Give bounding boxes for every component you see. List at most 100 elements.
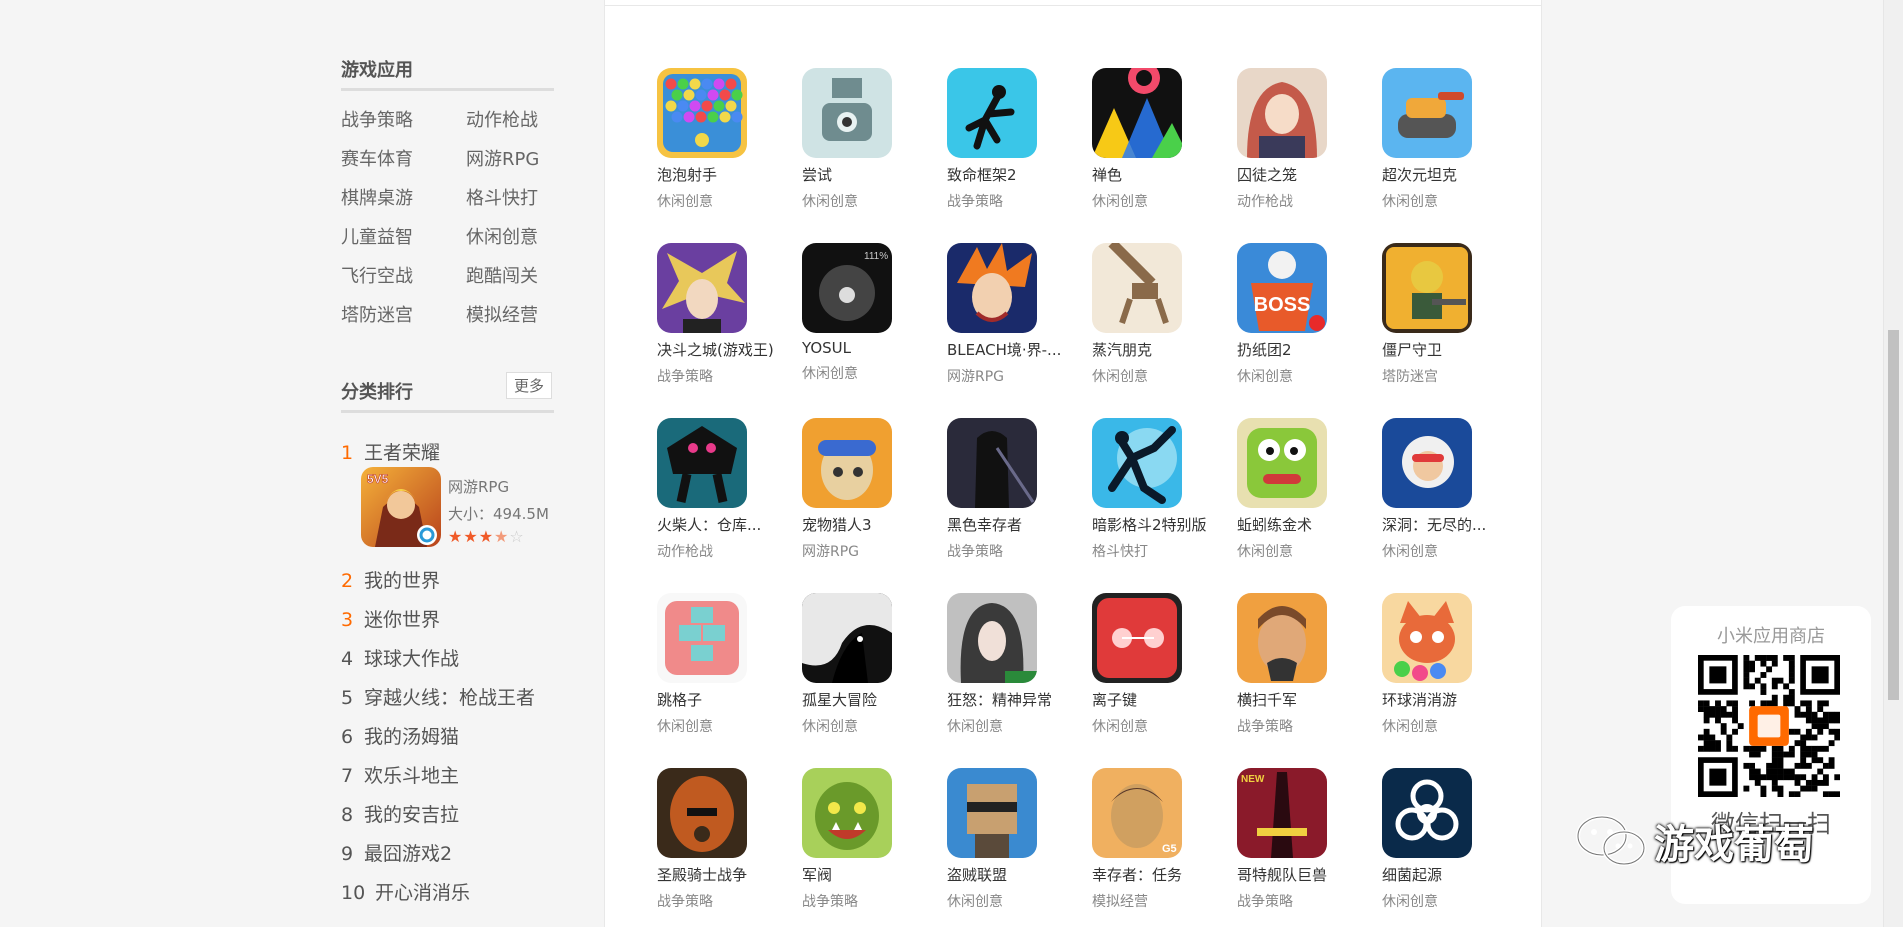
ranking-item[interactable]: 5 穿越火线：枪战王者 (341, 683, 535, 710)
app-tile[interactable]: 盗贼联盟 休闲创意 (947, 768, 1087, 911)
shadow-stickman-icon[interactable] (657, 418, 747, 508)
app-name[interactable]: 宠物猎人3 (802, 514, 942, 535)
armored-knight-icon[interactable] (657, 768, 747, 858)
category-link[interactable]: 战争策略 (341, 106, 413, 132)
app-name[interactable]: 跳格子 (657, 689, 797, 710)
boss-bin-icon[interactable]: BOSS (1237, 243, 1327, 333)
app-name[interactable]: 圣殿骑士战争 (657, 864, 797, 885)
app-name[interactable]: 幸存者：任务 (1092, 864, 1232, 885)
app-tile[interactable]: 囚徒之笼 动作枪战 (1237, 68, 1377, 211)
cartoon-tank-icon[interactable] (1382, 68, 1472, 158)
app-tile[interactable]: BOSS 扔纸团2 休闲创意 (1237, 243, 1377, 386)
app-tile[interactable]: 细菌起源 休闲创意 (1382, 768, 1522, 911)
orange-hair-hero-icon[interactable] (947, 243, 1037, 333)
mech-arm-icon[interactable] (1092, 243, 1182, 333)
app-tile[interactable]: BLEACH境·界-... 网游RPG (947, 243, 1087, 386)
duelist-icon[interactable] (657, 243, 747, 333)
ranking-item[interactable]: 10 开心消消乐 (341, 878, 470, 905)
anime-girl-icon[interactable] (1237, 68, 1327, 158)
voxel-thief-icon[interactable] (947, 768, 1037, 858)
category-link[interactable]: 动作枪战 (466, 106, 538, 132)
app-tile[interactable]: 致命框架2 战争策略 (947, 68, 1087, 211)
app-tile[interactable]: 环球消消游 休闲创意 (1382, 593, 1522, 736)
hopscotch-icon[interactable] (657, 593, 747, 683)
app-name[interactable]: 哥特舰队巨兽 (1237, 864, 1377, 885)
app-tile[interactable]: 宠物猎人3 网游RPG (802, 418, 942, 561)
app-tile[interactable]: 僵尸守卫 塔防迷宫 (1382, 243, 1522, 386)
dark-hair-girl-icon[interactable] (947, 593, 1037, 683)
app-tile[interactable]: 跳格子 休闲创意 (657, 593, 797, 736)
bubble-shooter-icon[interactable] (657, 68, 747, 158)
zombie-soldier-icon[interactable] (1382, 243, 1472, 333)
app-tile[interactable]: G5 幸存者：任务 模拟经营 (1092, 768, 1232, 911)
ranking-item[interactable]: 6 我的汤姆猫 (341, 722, 459, 749)
category-link[interactable]: 休闲创意 (466, 223, 538, 249)
diver-kid-icon[interactable] (1382, 418, 1472, 508)
app-tile[interactable]: 圣殿骑士战争 战争策略 (657, 768, 797, 911)
featured-game-icon[interactable]: 5V5 (361, 467, 441, 547)
app-name[interactable]: 细菌起源 (1382, 864, 1522, 885)
app-tile[interactable]: 决斗之城(游戏王) 战争策略 (657, 243, 797, 386)
app-name[interactable]: 火柴人：仓库... (657, 514, 797, 535)
app-name[interactable]: 泡泡射手 (657, 164, 797, 185)
app-tile[interactable]: 火柴人：仓库... 动作枪战 (657, 418, 797, 561)
app-name[interactable]: 囚徒之笼 (1237, 164, 1377, 185)
app-tile[interactable]: 狂怒：精神异常 休闲创意 (947, 593, 1087, 736)
category-link[interactable]: 塔防迷宫 (341, 301, 413, 327)
app-tile[interactable]: 黑色幸存者 战争策略 (947, 418, 1087, 561)
app-name[interactable]: 决斗之城(游戏王) (657, 339, 797, 360)
shadow-fighter-icon[interactable] (1092, 418, 1182, 508)
warlord-icon[interactable] (1237, 593, 1327, 683)
falling-figure-icon[interactable] (947, 68, 1037, 158)
app-name[interactable]: 扔纸团2 (1237, 339, 1377, 360)
app-name[interactable]: 环球消消游 (1382, 689, 1522, 710)
more-button[interactable]: 更多 (506, 372, 552, 399)
ranking-item[interactable]: 9 最囧游戏2 (341, 839, 452, 866)
ranking-item[interactable]: 4 球球大作战 (341, 644, 459, 671)
app-tile[interactable]: 超次元坦克 休闲创意 (1382, 68, 1522, 211)
app-tile[interactable]: 禅色 休闲创意 (1092, 68, 1232, 211)
app-name[interactable]: 蒸汽朋克 (1092, 339, 1232, 360)
app-name[interactable]: YOSUL (802, 339, 942, 357)
app-name[interactable]: 军阀 (802, 864, 942, 885)
cartoon-cat-icon[interactable] (1382, 593, 1472, 683)
category-link[interactable]: 网游RPG (466, 145, 539, 171)
biohazard-icon[interactable] (1382, 768, 1472, 858)
app-name[interactable]: 离子键 (1092, 689, 1232, 710)
app-tile[interactable]: 离子键 休闲创意 (1092, 593, 1232, 736)
app-name[interactable]: 禅色 (1092, 164, 1232, 185)
category-link[interactable]: 跑酷闯关 (466, 262, 538, 288)
ranking-item[interactable]: 8 我的安吉拉 (341, 800, 459, 827)
app-tile[interactable]: 尝试 休闲创意 (802, 68, 942, 211)
app-name[interactable]: 深洞：无尽的... (1382, 514, 1522, 535)
app-name[interactable]: 僵尸守卫 (1382, 339, 1522, 360)
app-name[interactable]: 暗影格斗2特别版 (1092, 514, 1232, 535)
app-name[interactable]: 狂怒：精神异常 (947, 689, 1087, 710)
app-tile[interactable]: 泡泡射手 休闲创意 (657, 68, 797, 211)
app-name[interactable]: 致命框架2 (947, 164, 1087, 185)
scrollbar[interactable] (1883, 0, 1903, 927)
shadow-creature-icon[interactable] (802, 593, 892, 683)
app-name[interactable]: 盗贼联盟 (947, 864, 1087, 885)
app-name[interactable]: BLEACH境·界-... (947, 339, 1087, 360)
ranking-item[interactable]: 1 王者荣耀 (341, 438, 440, 465)
red-orb-icon[interactable] (1092, 593, 1182, 683)
app-tile[interactable]: 蒸汽朋克 休闲创意 (1092, 243, 1232, 386)
ranking-item[interactable]: 2 我的世界 (341, 566, 440, 593)
category-link[interactable]: 儿童益智 (341, 223, 413, 249)
category-link[interactable]: 赛车体育 (341, 145, 413, 171)
app-name[interactable]: 黑色幸存者 (947, 514, 1087, 535)
color-triangles-icon[interactable] (1092, 68, 1182, 158)
ranking-item[interactable]: 3 迷你世界 (341, 605, 440, 632)
category-link[interactable]: 棋牌桌游 (341, 184, 413, 210)
app-name[interactable]: 横扫千军 (1237, 689, 1377, 710)
orc-warrior-icon[interactable] (802, 768, 892, 858)
scroll-thumb[interactable] (1888, 330, 1899, 700)
dark-face-icon[interactable]: 111% (802, 243, 892, 333)
ranking-item[interactable]: 7 欢乐斗地主 (341, 761, 459, 788)
gothic-ship-icon[interactable]: NEW (1237, 768, 1327, 858)
green-face-icon[interactable] (1237, 418, 1327, 508)
category-link[interactable]: 模拟经营 (466, 301, 538, 327)
app-tile[interactable]: 横扫千军 战争策略 (1237, 593, 1377, 736)
app-tile[interactable]: 军阀 战争策略 (802, 768, 942, 911)
